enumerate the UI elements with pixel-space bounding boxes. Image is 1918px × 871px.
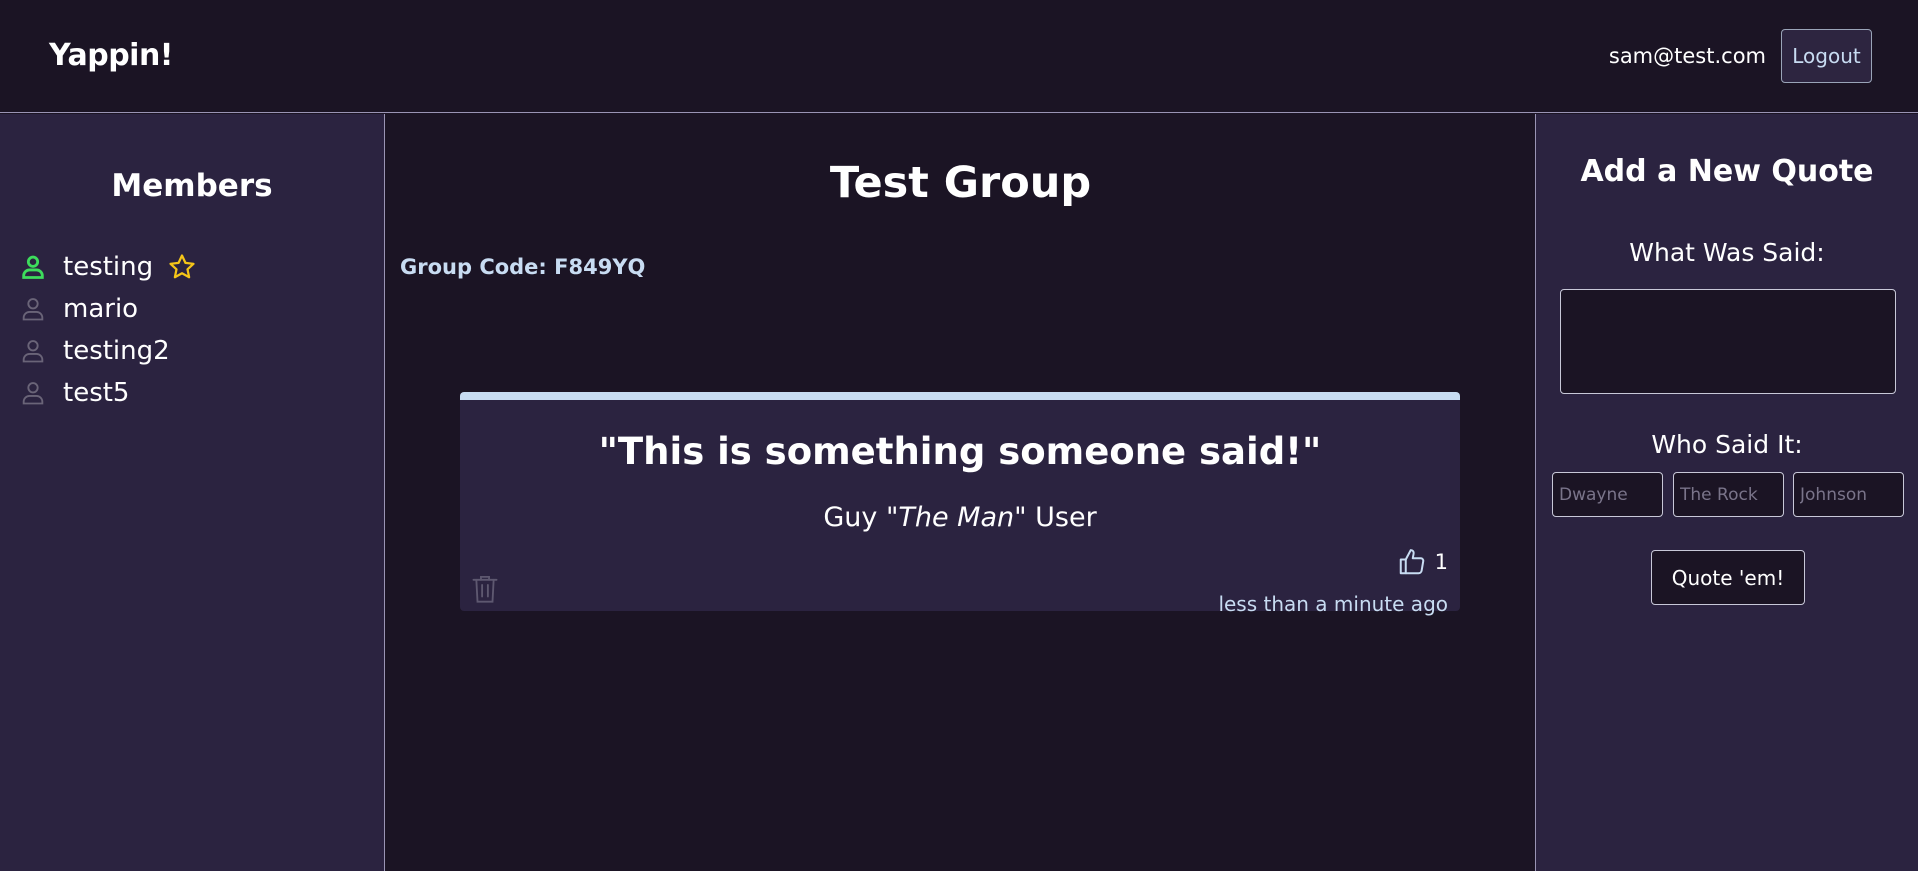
members-title: Members [111, 168, 273, 204]
nickname-input[interactable] [1673, 472, 1784, 517]
like-count: 1 [1434, 550, 1448, 574]
app-header: Yappin! sam@test.com Logout [0, 0, 1918, 113]
last-name-input[interactable] [1793, 472, 1904, 517]
member-name: testing2 [63, 336, 170, 366]
star-icon [169, 254, 195, 279]
quote-timestamp: less than a minute ago [1218, 592, 1448, 616]
group-title: Test Group [829, 158, 1092, 208]
member-item: testing2 [19, 330, 197, 372]
member-name: test5 [63, 378, 130, 408]
like-area: 1 [1397, 547, 1448, 577]
member-name: testing [63, 252, 154, 282]
author-last-name: User [1035, 502, 1097, 533]
member-name: mario [63, 294, 139, 324]
quote-text-input[interactable] [1560, 289, 1896, 394]
member-item: test5 [19, 372, 197, 414]
logout-button[interactable]: Logout [1781, 29, 1872, 83]
author-nickname: "The Man" [885, 502, 1027, 533]
member-item: mario [19, 288, 197, 330]
thumbs-up-icon[interactable] [1397, 547, 1427, 577]
person-icon [22, 298, 44, 321]
user-email: sam@test.com [1608, 44, 1766, 68]
person-icon [22, 340, 44, 363]
first-name-input[interactable] [1552, 472, 1663, 517]
member-item: testing [19, 246, 197, 288]
author-first-name: Guy [823, 502, 878, 533]
quote-text: "This is something someone said!" [598, 430, 1322, 473]
add-quote-title: Add a New Quote [1580, 154, 1874, 189]
trash-icon[interactable] [471, 574, 499, 604]
quote-card: "This is something someone said!" Guy "T… [460, 392, 1460, 616]
members-panel: Members testing mario testing2 test5 [0, 114, 385, 871]
app-logo[interactable]: Yappin! [49, 38, 174, 73]
group-panel: Test Group Group Code: F849YQ "This is s… [386, 114, 1535, 871]
what-was-said-label: What Was Said: [1629, 238, 1825, 267]
submit-quote-button[interactable]: Quote 'em! [1651, 550, 1805, 605]
member-list: testing mario testing2 test5 [19, 246, 197, 414]
quote-author: Guy "The Man" User [460, 502, 1460, 533]
group-code: Group Code: F849YQ [400, 255, 646, 279]
add-quote-panel: Add a New Quote What Was Said: Who Said … [1535, 114, 1918, 871]
person-icon [22, 255, 44, 279]
who-said-it-label: Who Said It: [1651, 430, 1803, 459]
person-icon [22, 382, 44, 405]
